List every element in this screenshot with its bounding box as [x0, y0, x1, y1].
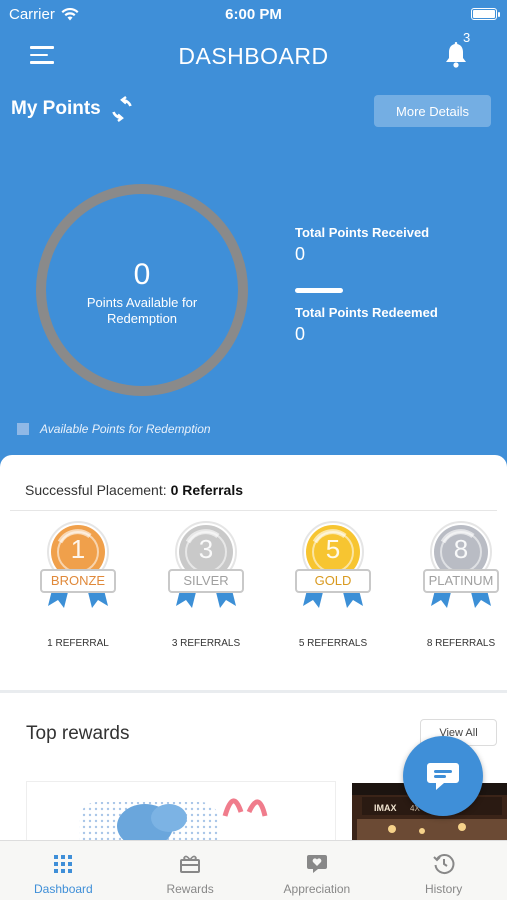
status-bar: Carrier 6:00 PM	[0, 4, 507, 26]
legend-label: Available Points for Redemption	[40, 422, 211, 436]
medal-silver: 3 SILVER 3 REFERRALS	[166, 520, 246, 649]
medal-number: 3	[198, 534, 214, 564]
divider	[10, 510, 497, 511]
stat-divider	[295, 288, 343, 293]
medal-platinum: 8 PLATINUM 8 REFERRALS	[421, 520, 501, 649]
clock: 6:00 PM	[225, 6, 282, 23]
medal-gold: 5 GOLD 5 REFERRALS	[293, 520, 373, 649]
available-points-label: Points Available for Redemption	[86, 295, 198, 326]
app-header: DASHBOARD 3	[0, 30, 507, 84]
medal-number: 5	[325, 534, 341, 564]
medal-tier: BRONZE	[50, 573, 106, 588]
total-received-label: Total Points Received	[295, 225, 430, 240]
chart-legend: Available Points for Redemption	[17, 422, 211, 436]
tab-dashboard[interactable]: Dashboard	[0, 841, 127, 900]
tab-dashboard-label: Dashboard	[34, 882, 93, 896]
total-redeemed: Total Points Redeemed 0	[295, 305, 438, 345]
placement-label: Successful Placement:	[25, 482, 167, 498]
total-redeemed-label: Total Points Redeemed	[295, 305, 438, 320]
medal-caption: 5 REFERRALS	[298, 638, 368, 649]
tab-history-label: History	[424, 882, 463, 896]
medal-bronze: 1 BRONZE 1 REFERRAL	[38, 520, 118, 649]
medal-tier: SILVER	[183, 573, 229, 588]
medal-caption: 3 REFERRALS	[171, 638, 241, 649]
svg-text:IMAX: IMAX	[374, 803, 397, 813]
total-received: Total Points Received 0	[295, 225, 429, 265]
top-rewards-heading: Top rewards	[26, 723, 130, 744]
chat-icon	[427, 763, 459, 790]
my-points-heading: My Points	[11, 96, 134, 122]
tab-bar: Dashboard Rewards Appreciation History	[0, 840, 507, 900]
medal-number: 8	[453, 534, 469, 564]
tab-history[interactable]: History	[380, 841, 507, 900]
page-title: DASHBOARD	[178, 43, 329, 69]
medal-tier: GOLD	[314, 573, 352, 588]
medal-caption: 8 REFERRALS	[426, 638, 496, 649]
chat-button[interactable]	[403, 736, 483, 816]
grid-icon	[53, 853, 73, 875]
total-redeemed-value: 0	[295, 324, 306, 344]
successful-placement: Successful Placement: 0 Referrals	[25, 482, 243, 498]
medal-number: 1	[70, 534, 86, 564]
my-points-label: My Points	[11, 98, 101, 119]
total-received-value: 0	[295, 244, 306, 264]
medal-caption: 1 REFERRAL	[47, 638, 109, 649]
tab-appreciation[interactable]: Appreciation	[254, 841, 381, 900]
placement-card: Successful Placement: 0 Referrals 1 BRONZE…	[0, 455, 507, 690]
more-details-button[interactable]: More Details	[374, 95, 491, 127]
tab-rewards-label: Rewards	[166, 882, 214, 896]
available-points-value: 0	[133, 258, 151, 291]
tab-rewards[interactable]: Rewards	[127, 841, 254, 900]
refresh-icon[interactable]	[110, 96, 134, 122]
gift-icon	[179, 853, 201, 875]
heart-chat-icon	[306, 853, 328, 875]
reward-card-1[interactable]	[26, 781, 336, 843]
battery-icon	[471, 8, 500, 20]
legend-swatch	[17, 423, 29, 435]
medal-tier: PLATINUM	[428, 573, 494, 588]
reward-image-1	[79, 798, 268, 843]
history-icon	[432, 853, 455, 875]
notification-count: 3	[463, 30, 471, 45]
placement-value: 0 Referrals	[170, 482, 244, 498]
tab-appreciation-label: Appreciation	[283, 882, 351, 896]
notification-bell-icon[interactable]	[444, 42, 468, 73]
